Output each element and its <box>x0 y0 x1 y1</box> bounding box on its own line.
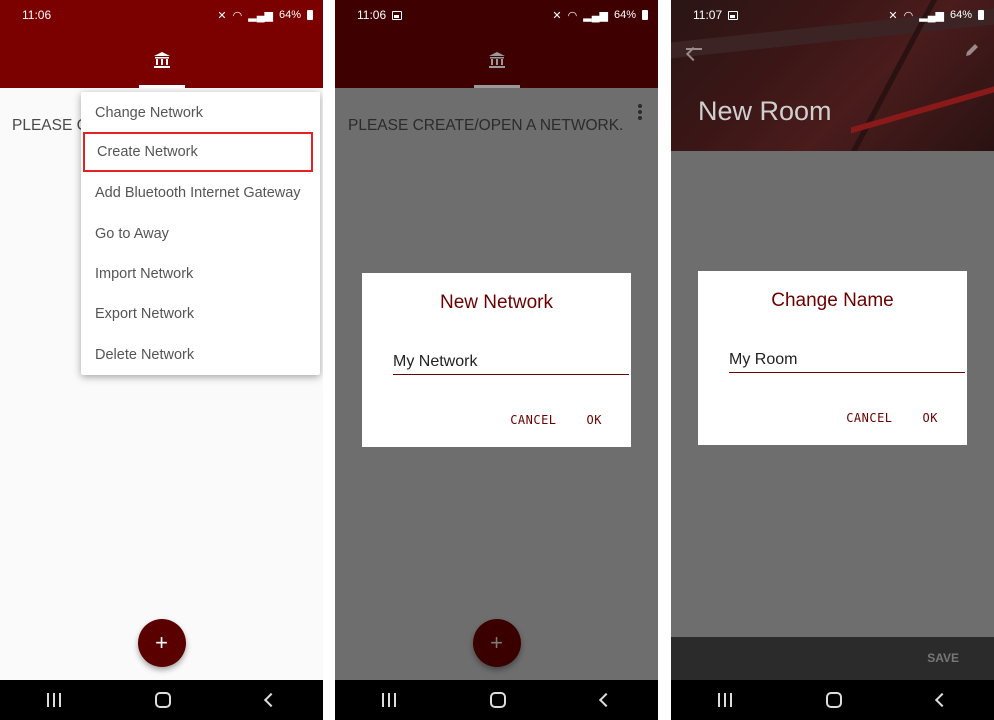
system-nav-bar <box>0 680 323 720</box>
signal-icon: ▂▄▆ <box>248 9 273 22</box>
ok-button[interactable]: OK <box>587 413 602 427</box>
app-bar <box>0 30 323 88</box>
status-bar: 11:07 ✕ ◠ ▂▄▆ 64% <box>671 0 994 30</box>
room-name-input[interactable]: My Room <box>729 351 965 373</box>
status-icons: ✕ ◠ ▂▄▆ 64% <box>888 9 984 22</box>
status-icons: ✕ ◠ ▂▄▆ 64% <box>217 9 313 22</box>
bank-icon[interactable] <box>152 50 172 70</box>
signal-icon: ▂▄▆ <box>919 9 944 22</box>
tab-indicator <box>473 85 520 88</box>
empty-state-text: PLEASE CREATE/OPEN A NETWORK. <box>348 117 624 134</box>
battery-level: 64% <box>949 9 972 21</box>
wifi-icon: ◠ <box>232 9 243 22</box>
back-icon[interactable] <box>263 692 278 708</box>
mute-icon: ✕ <box>888 9 898 22</box>
add-fab-button[interactable]: + <box>137 619 186 667</box>
mute-icon: ✕ <box>217 9 227 22</box>
network-name-input[interactable]: My Network <box>393 353 629 375</box>
bank-icon[interactable] <box>487 50 507 70</box>
cancel-button[interactable]: CANCEL <box>510 413 556 427</box>
wifi-icon: ◠ <box>567 9 578 22</box>
page-title: New Room <box>698 96 832 126</box>
menu-item-change-network[interactable]: Change Network <box>81 93 320 133</box>
gallery-icon <box>728 10 739 20</box>
more-vert-icon[interactable] <box>638 104 642 120</box>
recent-apps-icon[interactable] <box>382 693 397 707</box>
status-bar: 11:06 ✕ ◠ ▂▄▆ 64% <box>335 0 658 30</box>
app-bar <box>335 30 658 88</box>
tab-indicator <box>138 85 185 88</box>
status-time: 11:06 <box>22 8 52 22</box>
menu-item-export-network[interactable]: Export Network <box>81 294 320 334</box>
status-icons: ✕ ◠ ▂▄▆ 64% <box>552 9 648 22</box>
new-network-dialog: New Network My Network CANCEL OK <box>362 273 631 447</box>
system-nav-bar <box>335 680 658 720</box>
menu-item-import-network[interactable]: Import Network <box>81 254 320 294</box>
status-bar: 11:06 ✕ ◠ ▂▄▆ 64% <box>0 0 323 30</box>
add-fab-button[interactable]: + <box>472 619 521 667</box>
back-arrow-icon[interactable] <box>686 48 702 50</box>
phone-screen-change-name-dialog: 11:07 ✕ ◠ ▂▄▆ 64% New Room Change Name M… <box>671 0 994 720</box>
signal-icon: ▂▄▆ <box>583 9 608 22</box>
recent-apps-icon[interactable] <box>718 693 733 707</box>
phone-screen-menu: 11:06 ✕ ◠ ▂▄▆ 64% PLEASE CREATE/OPEN A N… <box>0 0 323 720</box>
overflow-menu: Change Network Create Network Add Blueto… <box>81 92 320 375</box>
menu-item-add-bluetooth-gateway[interactable]: Add Bluetooth Internet Gateway <box>81 173 320 213</box>
battery-icon <box>642 10 648 20</box>
home-icon[interactable] <box>155 692 172 708</box>
battery-icon <box>978 10 984 20</box>
edit-pencil-icon[interactable] <box>964 42 980 58</box>
battery-icon <box>307 10 313 20</box>
save-button[interactable]: SAVE <box>927 651 959 665</box>
ok-button[interactable]: OK <box>923 411 938 425</box>
battery-level: 64% <box>278 9 301 21</box>
menu-item-create-network[interactable]: Create Network <box>83 132 313 172</box>
menu-item-delete-network[interactable]: Delete Network <box>81 335 320 375</box>
dialog-title: New Network <box>440 292 553 313</box>
battery-level: 64% <box>613 9 636 21</box>
status-time: 11:07 <box>693 8 723 22</box>
status-time: 11:06 <box>357 8 387 22</box>
phone-screen-new-network-dialog: 11:06 ✕ ◠ ▂▄▆ 64% PLEASE CREATE/OPEN A N… <box>335 0 658 720</box>
gallery-icon <box>392 10 403 20</box>
home-icon[interactable] <box>490 692 507 708</box>
recent-apps-icon[interactable] <box>47 693 62 707</box>
home-icon[interactable] <box>826 692 843 708</box>
dialog-title: Change Name <box>771 290 894 311</box>
mute-icon: ✕ <box>552 9 562 22</box>
cancel-button[interactable]: CANCEL <box>846 411 892 425</box>
change-name-dialog: Change Name My Room CANCEL OK <box>698 271 967 445</box>
bottom-action-bar: SAVE <box>671 637 994 680</box>
menu-item-go-to-away[interactable]: Go to Away <box>81 214 320 254</box>
back-icon[interactable] <box>934 692 949 708</box>
wifi-icon: ◠ <box>903 9 914 22</box>
back-icon[interactable] <box>598 692 613 708</box>
system-nav-bar <box>671 680 994 720</box>
